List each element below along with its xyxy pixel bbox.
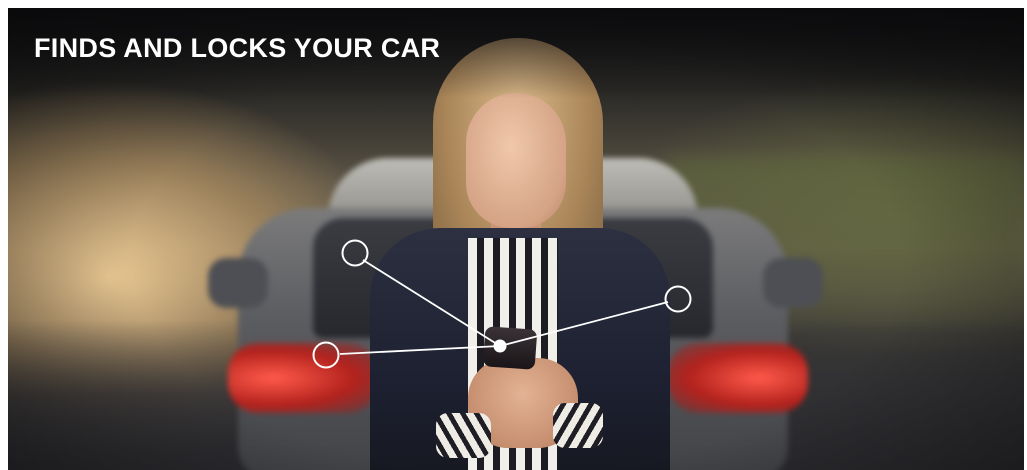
connection-lines — [339, 259, 669, 355]
connection-node-icon — [312, 341, 340, 369]
connection-line-right — [499, 301, 669, 347]
connection-line-upper-left — [362, 259, 501, 347]
connection-hub-icon — [493, 339, 507, 353]
connection-node-icon — [664, 285, 692, 313]
connection-node-icon — [341, 239, 369, 267]
connection-graphic — [312, 239, 692, 369]
connection-line-lower-left — [339, 345, 501, 355]
